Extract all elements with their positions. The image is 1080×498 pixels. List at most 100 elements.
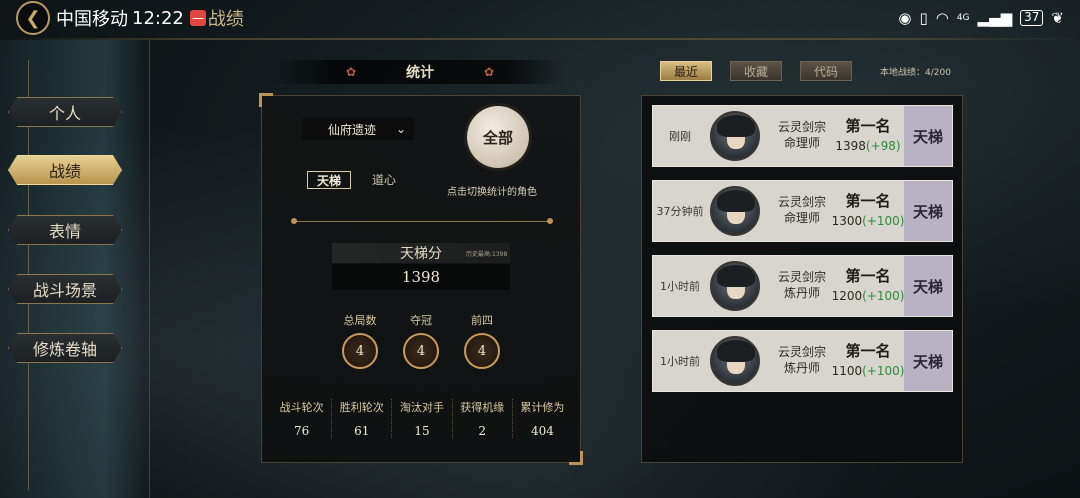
record-row[interactable]: 1小时前 云灵剑宗 炼丹师 第一名 1200(+100) 天梯 [652,255,953,317]
record-mode: 天梯 [904,106,952,166]
badge-total-games: 总局数 4 [340,312,380,369]
record-score: 1200(+100) [831,289,905,303]
badge-wins: 夺冠 4 [401,312,441,369]
map-dropdown-value: 仙府遗迹 [328,122,377,137]
records-panel: 刚刚 云灵剑宗 命理师 第一名 1398(+98) 天梯 37分钟前 云灵剑宗 … [641,95,963,463]
record-score-delta: (+100) [862,214,905,228]
back-arrow-icon: ❮ [25,7,41,29]
record-role: 炼丹师 [783,361,820,375]
sidebar-item-records[interactable]: 战绩 [8,155,122,185]
record-row[interactable]: 刚刚 云灵剑宗 命理师 第一名 1398(+98) 天梯 [652,105,953,167]
wifi-icon: ◠ [935,9,949,27]
stat-value: 404 [530,424,554,438]
badge-top-four: 前四 4 [462,312,502,369]
badge-value: 4 [464,333,500,369]
avatar [710,186,760,236]
record-time: 1小时前 [660,280,700,293]
record-time: 1小时前 [660,355,700,368]
chevron-down-icon: ⌄ [395,122,406,136]
ladder-score-label: 天梯分 [400,246,442,262]
page-title: 战绩 [207,9,244,30]
record-row[interactable]: 1小时前 云灵剑宗 炼丹师 第一名 1100(+100) 天梯 [652,330,953,392]
tab-code[interactable]: 代码 [800,61,852,81]
top-divider [0,38,1080,40]
record-sect-name: 云灵剑宗 [777,195,826,209]
ladder-score-header: 天梯分 历史最高:1398 [332,243,510,263]
record-rank: 第一名 [845,267,891,285]
tab-daoxin[interactable]: 道心 [372,171,396,188]
stat-label: 战斗轮次 [279,401,324,414]
record-sect: 云灵剑宗 炼丹师 [773,269,831,301]
sidebar-item-cultivation-scroll[interactable]: 修炼卷轴 [8,333,122,363]
section-divider [291,218,553,224]
all-roles-hint: 点击切换统计的角色 [447,187,537,198]
local-record-count: 本地战绩：4/200 [880,68,951,78]
record-mode: 天梯 [904,331,952,391]
stat-win-rounds: 胜利轮次 61 [332,399,393,438]
record-rank: 第一名 [845,342,891,360]
record-score: 1300(+100) [831,214,905,228]
record-sect: 云灵剑宗 命理师 [773,119,831,151]
sidebar-item-emotes[interactable]: 表情 [8,215,122,245]
battery-icon: 37 [1020,10,1044,26]
status-bar: ❮ 中国移动 12:22 — 战绩 ◉ ▯ ◠ 4G ▂▄▆ 37 ❦ [0,0,1080,36]
stat-value: 15 [414,424,430,438]
tab-favorites[interactable]: 收藏 [730,61,782,81]
clock: 12:22 [132,7,184,29]
record-sect-name: 云灵剑宗 [777,120,826,134]
eye-icon: ◉ [898,9,912,27]
map-dropdown[interactable]: 仙府遗迹 ⌄ [302,118,414,140]
record-mode: 天梯 [904,256,952,316]
carrier-name: 中国移动 [56,9,128,30]
record-role: 命理师 [783,136,820,150]
record-mode: 天梯 [904,181,952,241]
record-score: 1100(+100) [831,364,905,378]
avatar [710,111,760,161]
record-score-value: 1100 [831,364,863,378]
avatar [710,336,760,386]
record-sect-name: 云灵剑宗 [777,345,826,359]
tab-ladder[interactable]: 天梯 [307,171,351,189]
stat-value: 2 [478,424,487,438]
badge-label: 夺冠 [410,314,432,327]
record-score-value: 1300 [831,214,863,228]
stats-panel: 仙府遗迹 ⌄ 天梯 道心 全部 点击切换统计的角色 天梯分 历史最高:1398 … [259,93,583,465]
record-row[interactable]: 37分钟前 云灵剑宗 命理师 第一名 1300(+100) 天梯 [652,180,953,242]
avatar [710,261,760,311]
sidebar-item-battle-scene[interactable]: 战斗场景 [8,274,122,304]
notification-icon: — [189,10,206,26]
back-button[interactable]: ❮ [16,1,50,35]
record-score-delta: (+100) [862,289,905,303]
record-sect: 云灵剑宗 炼丹师 [773,344,831,376]
corner-ornament [569,451,583,465]
ladder-score-history: 历史最高:1398 [466,250,508,258]
badge-label: 前四 [471,314,493,327]
badge-value: 4 [342,333,378,369]
record-role: 命理师 [783,211,820,225]
bottom-stats: 战斗轮次 76 胜利轮次 61 淘汰对手 15 获得机缘 2 累计修为 404 [272,399,572,438]
leaf-icon: ❦ [1051,9,1064,27]
record-score: 1398(+98) [831,139,905,153]
tab-recent[interactable]: 最近 [660,61,712,81]
ornament-left-icon: ✿ [345,65,356,79]
ornament-right-icon: ✿ [484,65,495,79]
stat-label: 淘汰对手 [400,401,444,414]
badge-value: 4 [403,333,439,369]
stat-cultivation: 累计修为 404 [513,399,572,438]
stat-opportunities: 获得机缘 2 [453,399,513,438]
record-time: 刚刚 [669,130,691,143]
network-type: 4G [956,13,970,23]
corner-ornament [259,93,273,107]
ladder-score-value: 1398 [332,264,510,290]
all-roles-button[interactable]: 全部 [467,106,529,168]
stats-header: ✿ 统计 ✿ [275,60,565,84]
stat-label: 胜利轮次 [339,401,384,414]
record-score-value: 1398 [835,139,866,153]
sidebar-item-personal[interactable]: 个人 [8,97,122,127]
vibrate-icon: ▯ [919,9,928,27]
stat-value: 61 [354,424,370,438]
stat-label: 获得机缘 [460,401,505,414]
stats-title: 统计 [406,65,434,81]
record-sect: 云灵剑宗 命理师 [773,194,831,226]
record-time: 37分钟前 [656,205,704,218]
